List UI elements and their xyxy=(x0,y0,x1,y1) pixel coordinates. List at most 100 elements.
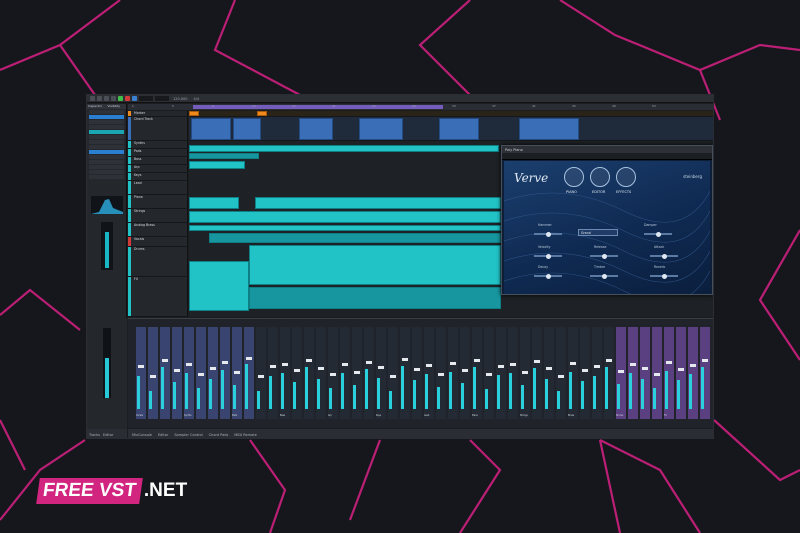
mixer-channel-strip[interactable]: Lead xyxy=(424,327,434,419)
param-slider[interactable] xyxy=(644,231,672,237)
plugin-toolbar[interactable] xyxy=(502,153,712,160)
marker[interactable] xyxy=(189,111,199,116)
mixer-channel-strip[interactable] xyxy=(316,327,326,419)
strip-fader[interactable] xyxy=(378,366,384,369)
mixer-channel-strip[interactable] xyxy=(220,327,230,419)
mixer-channel-strip[interactable]: Piano xyxy=(472,327,482,419)
strip-fader[interactable] xyxy=(414,368,420,371)
track-name[interactable]: Arp xyxy=(134,165,140,169)
chord-event[interactable] xyxy=(519,118,579,140)
mixer-channel-strip[interactable] xyxy=(604,327,614,419)
effects-mode-icon[interactable] xyxy=(616,167,636,187)
instrument-plugin-window[interactable]: Poly Piano Verve steinberg PIANO EDITOR … xyxy=(501,145,713,295)
strip-fader[interactable] xyxy=(606,359,612,362)
inspector-selected-track[interactable] xyxy=(89,115,124,119)
track-header[interactable]: Chord Track xyxy=(128,117,188,141)
mixer-channel-strip[interactable] xyxy=(484,327,494,419)
strip-fader[interactable] xyxy=(630,363,636,366)
mixer-channel-strip[interactable] xyxy=(364,327,374,419)
strip-fader[interactable] xyxy=(270,365,276,368)
strip-fader[interactable] xyxy=(534,360,540,363)
strip-fader[interactable] xyxy=(222,361,228,364)
inspector-row[interactable] xyxy=(89,160,124,164)
mixer-channel-strip[interactable]: Strings xyxy=(520,327,530,419)
strip-fader[interactable] xyxy=(426,364,432,367)
strip-fader[interactable] xyxy=(306,359,312,362)
mixer-channel-strip[interactable] xyxy=(436,327,446,419)
mixer-channel-strip[interactable]: Synths xyxy=(184,327,194,419)
midi-clip[interactable] xyxy=(189,197,239,209)
track-header[interactable]: Drums xyxy=(128,247,188,277)
inspector-row-active[interactable] xyxy=(89,130,124,134)
strip-fader[interactable] xyxy=(510,363,516,366)
track-name[interactable]: Lead xyxy=(134,181,142,185)
mixer-channel-strip[interactable] xyxy=(352,327,362,419)
mixer-channel-strip[interactable]: Drums xyxy=(616,327,626,419)
mixer-channel-strip[interactable] xyxy=(628,327,638,419)
inspector-row[interactable] xyxy=(89,110,124,114)
inspector-row[interactable] xyxy=(89,145,124,149)
strip-fader[interactable] xyxy=(150,375,156,378)
mixer-channel-strip[interactable] xyxy=(160,327,170,419)
strip-fader[interactable] xyxy=(294,369,300,372)
mixer-channel-strip[interactable] xyxy=(544,327,554,419)
strip-fader[interactable] xyxy=(558,375,564,378)
inspector-row[interactable] xyxy=(89,165,124,169)
mixer-channel-strip[interactable] xyxy=(208,327,218,419)
preset-selector[interactable]: Grand xyxy=(578,229,618,236)
midi-clip[interactable] xyxy=(189,225,501,231)
track-header[interactable]: Pads xyxy=(128,149,188,157)
mixer-channel-strip[interactable] xyxy=(256,327,266,419)
rewind-button[interactable] xyxy=(97,96,102,101)
strip-fader[interactable] xyxy=(498,365,504,368)
tab-visibility[interactable]: Visibility xyxy=(107,104,127,109)
track-name[interactable]: FX xyxy=(134,277,138,281)
record-button[interactable] xyxy=(125,96,130,101)
editor-mode-icon[interactable] xyxy=(590,167,610,187)
marker[interactable] xyxy=(257,111,267,116)
strip-fader[interactable] xyxy=(246,357,252,360)
inspector-eq-display[interactable] xyxy=(91,196,123,214)
strip-fader[interactable] xyxy=(522,371,528,374)
tempo-display[interactable]: 120.000 xyxy=(171,97,189,101)
mixer-channel-strip[interactable] xyxy=(556,327,566,419)
strip-fader[interactable] xyxy=(594,365,600,368)
mixer-channel-strip[interactable]: FX xyxy=(664,327,674,419)
tab-tracks[interactable]: Tracks xyxy=(89,433,100,437)
track-header[interactable]: Bass xyxy=(128,157,188,165)
tab-piano[interactable]: PIANO xyxy=(566,190,577,194)
inspector-row[interactable] xyxy=(89,140,124,144)
chord-event[interactable] xyxy=(359,118,403,140)
strip-fader[interactable] xyxy=(570,362,576,365)
strip-fader[interactable] xyxy=(642,367,648,370)
tab-sampler-control[interactable]: Sampler Control xyxy=(174,433,202,437)
track-header[interactable]: Piano xyxy=(128,195,188,209)
mixer-channel-strip[interactable] xyxy=(460,327,470,419)
play-button[interactable] xyxy=(118,96,123,101)
tab-editor[interactable]: EDITOR xyxy=(592,190,605,194)
mixer-channel-strip[interactable]: Keys xyxy=(376,327,386,419)
strip-fader[interactable] xyxy=(618,370,624,373)
strip-fader[interactable] xyxy=(678,368,684,371)
mixer-channel-strip[interactable] xyxy=(412,327,422,419)
strip-fader[interactable] xyxy=(486,373,492,376)
mixer-channel-strip[interactable] xyxy=(292,327,302,419)
strip-fader[interactable] xyxy=(282,363,288,366)
track-name[interactable]: Pads xyxy=(134,149,141,153)
mixer-channel-strip[interactable] xyxy=(172,327,182,419)
param-slider[interactable] xyxy=(650,253,678,259)
tab-midi-remote[interactable]: MIDI Remote xyxy=(234,433,256,437)
mixer-channel-strip[interactable] xyxy=(304,327,314,419)
track-header[interactable]: Analog Brass xyxy=(128,223,188,237)
inspector-row[interactable] xyxy=(89,120,124,124)
strip-fader[interactable] xyxy=(702,359,708,362)
mixer-channel-strip[interactable] xyxy=(268,327,278,419)
param-slider[interactable] xyxy=(534,253,562,259)
chord-event[interactable] xyxy=(233,118,261,140)
track-name[interactable]: Chord Track xyxy=(134,117,153,121)
param-slider[interactable] xyxy=(590,273,618,279)
param-slider[interactable] xyxy=(534,273,562,279)
track-header[interactable]: Synths xyxy=(128,141,188,149)
strip-fader[interactable] xyxy=(318,367,324,370)
midi-clip[interactable] xyxy=(249,287,501,309)
